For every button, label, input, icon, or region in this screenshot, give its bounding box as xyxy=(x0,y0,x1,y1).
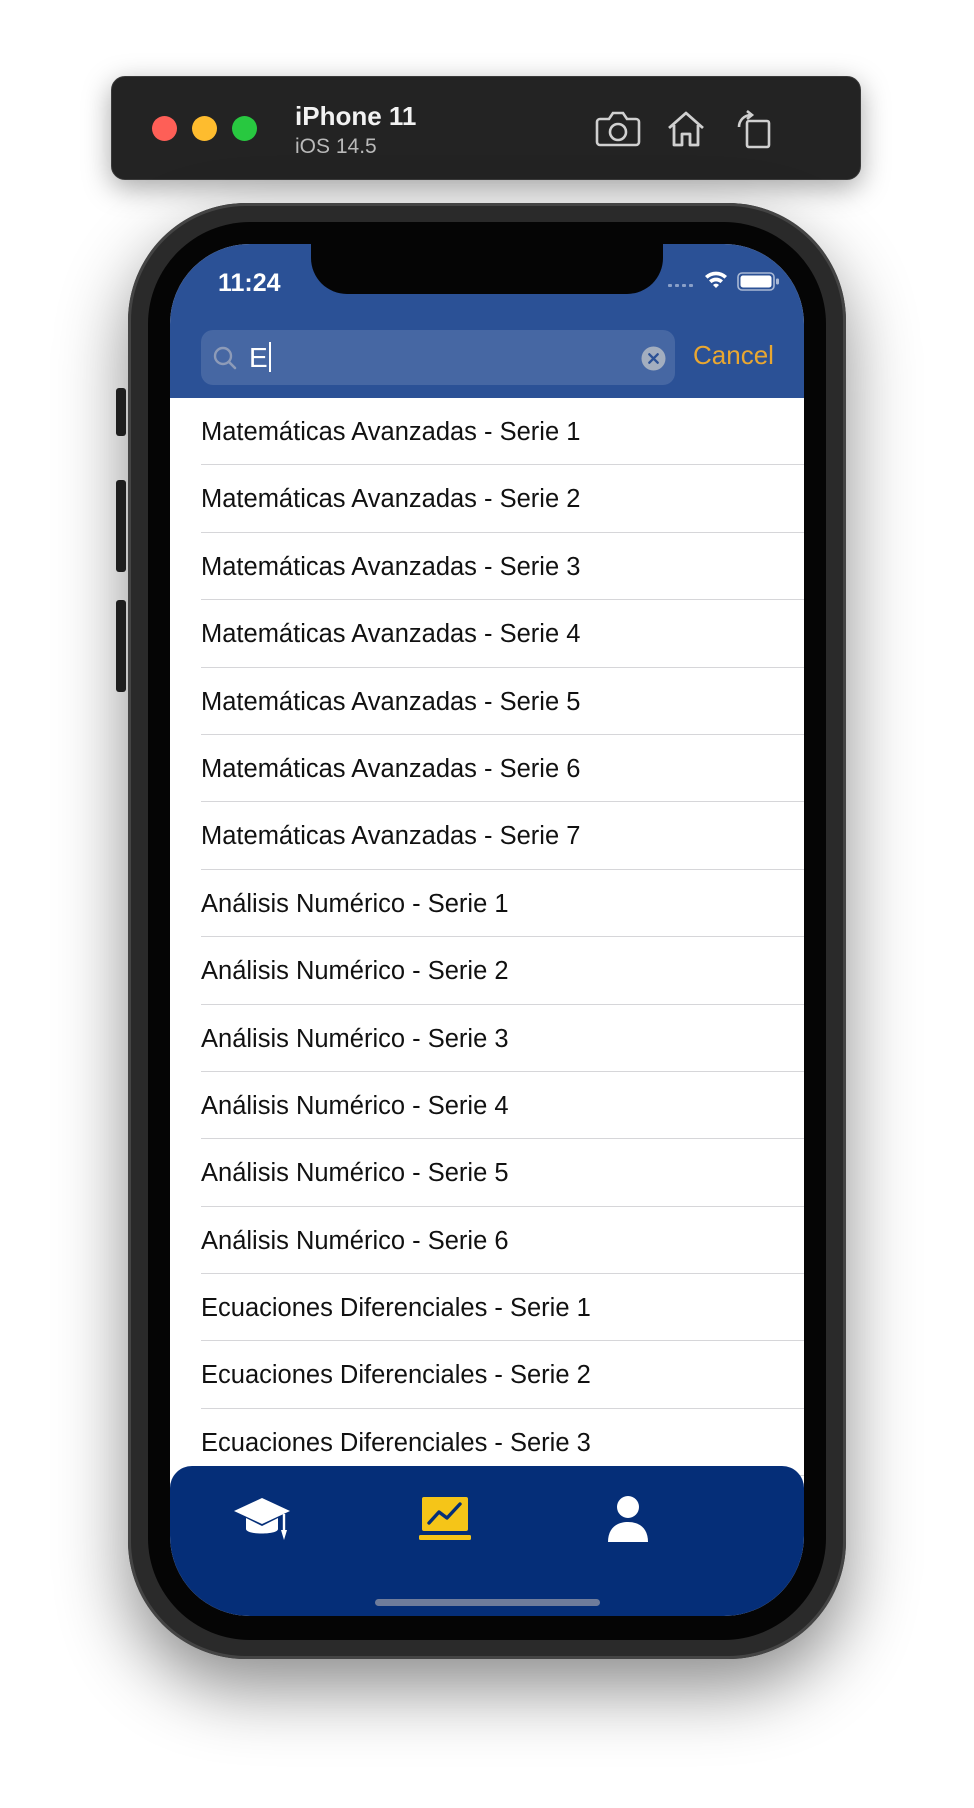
volume-down-button xyxy=(116,600,126,692)
list-item-label: Análisis Numérico - Serie 1 xyxy=(201,889,509,918)
list-item-label: Matemáticas Avanzadas - Serie 5 xyxy=(201,687,581,716)
list-item-label: Análisis Numérico - Serie 3 xyxy=(201,1024,509,1053)
list-item-label: Análisis Numérico - Serie 5 xyxy=(201,1159,509,1188)
tab-courses[interactable] xyxy=(232,1492,292,1548)
chart-board-icon xyxy=(419,1497,471,1540)
app-screen: 11:24 E Cancel Matemáticas Avanzadas - S… xyxy=(170,244,804,1616)
zoom-window-button[interactable] xyxy=(232,116,257,141)
list-item-label: Análisis Numérico - Serie 2 xyxy=(201,957,509,986)
device-name: iPhone 11 xyxy=(295,101,417,131)
clear-search-icon[interactable] xyxy=(641,346,666,371)
tab-profile[interactable] xyxy=(598,1492,658,1548)
list-item[interactable]: Análisis Numérico - Serie 6 xyxy=(170,1207,804,1275)
status-icons xyxy=(668,271,779,291)
list-item-label: Ecuaciones Diferenciales - Serie 2 xyxy=(201,1361,591,1390)
tab-progress[interactable] xyxy=(415,1492,475,1548)
list-item[interactable]: Matemáticas Avanzadas - Serie 4 xyxy=(170,600,804,668)
list-item-label: Matemáticas Avanzadas - Serie 7 xyxy=(201,822,581,851)
list-item[interactable]: Ecuaciones Diferenciales - Serie 2 xyxy=(170,1341,804,1409)
tab-bar xyxy=(170,1466,804,1616)
list-item[interactable]: Matemáticas Avanzadas - Serie 2 xyxy=(170,465,804,533)
cancel-button[interactable]: Cancel xyxy=(693,340,774,371)
list-item-label: Matemáticas Avanzadas - Serie 4 xyxy=(201,620,581,649)
list-item-label: Ecuaciones Diferenciales - Serie 3 xyxy=(201,1428,591,1457)
list-item-label: Matemáticas Avanzadas - Serie 2 xyxy=(201,485,581,514)
list-item[interactable]: Ecuaciones Diferenciales - Serie 1 xyxy=(170,1274,804,1342)
search-icon xyxy=(213,346,237,370)
simulator-title-bar: iPhone 11 iOS 14.5 xyxy=(111,76,861,180)
notch xyxy=(311,244,663,294)
list-item[interactable]: Matemáticas Avanzadas - Serie 6 xyxy=(170,735,804,803)
search-results-list: Matemáticas Avanzadas - Serie 1 Matemátic… xyxy=(170,398,804,1477)
list-item[interactable]: Matemáticas Avanzadas - Serie 1 xyxy=(170,398,804,466)
status-time: 11:24 xyxy=(218,269,281,297)
list-item[interactable]: Análisis Numérico - Serie 3 xyxy=(170,1005,804,1072)
user-icon xyxy=(608,1496,648,1542)
screenshot-button[interactable] xyxy=(595,107,641,151)
cellular-signal-icon xyxy=(668,284,693,287)
list-item-label: Análisis Numérico - Serie 6 xyxy=(201,1226,509,1255)
os-version: iOS 14.5 xyxy=(295,135,377,158)
home-button[interactable] xyxy=(663,107,709,151)
rotate-button[interactable] xyxy=(731,107,777,151)
close-window-button[interactable] xyxy=(152,116,177,141)
list-item[interactable]: Matemáticas Avanzadas - Serie 5 xyxy=(170,668,804,735)
home-indicator xyxy=(375,1599,600,1606)
list-item[interactable]: Matemáticas Avanzadas - Serie 7 xyxy=(170,802,804,870)
list-item[interactable]: Análisis Numérico - Serie 5 xyxy=(170,1139,804,1207)
list-item[interactable]: Análisis Numérico - Serie 1 xyxy=(170,870,804,938)
list-item[interactable]: Análisis Numérico - Serie 2 xyxy=(170,937,804,1005)
search-query: E xyxy=(249,342,268,373)
list-item[interactable]: Matemáticas Avanzadas - Serie 3 xyxy=(170,533,804,601)
list-item-label: Matemáticas Avanzadas - Serie 6 xyxy=(201,754,581,783)
list-item-label: Ecuaciones Diferenciales - Serie 1 xyxy=(201,1294,591,1323)
list-item-label: Matemáticas Avanzadas - Serie 3 xyxy=(201,552,581,581)
battery-icon xyxy=(737,272,779,291)
graduation-cap-icon xyxy=(234,1498,290,1540)
home-icon xyxy=(668,111,704,147)
text-cursor xyxy=(268,342,271,372)
rotate-icon xyxy=(737,109,771,149)
search-input[interactable]: E xyxy=(249,342,271,374)
wifi-icon xyxy=(705,271,727,288)
list-item-label: Matemáticas Avanzadas - Serie 1 xyxy=(201,418,581,446)
search-field[interactable]: E xyxy=(201,330,675,385)
volume-up-button xyxy=(116,480,126,572)
list-item[interactable]: Análisis Numérico - Serie 4 xyxy=(170,1072,804,1140)
camera-icon xyxy=(595,111,641,147)
list-item-label: Análisis Numérico - Serie 4 xyxy=(201,1091,509,1120)
mute-switch xyxy=(116,388,126,436)
minimize-window-button[interactable] xyxy=(192,116,217,141)
